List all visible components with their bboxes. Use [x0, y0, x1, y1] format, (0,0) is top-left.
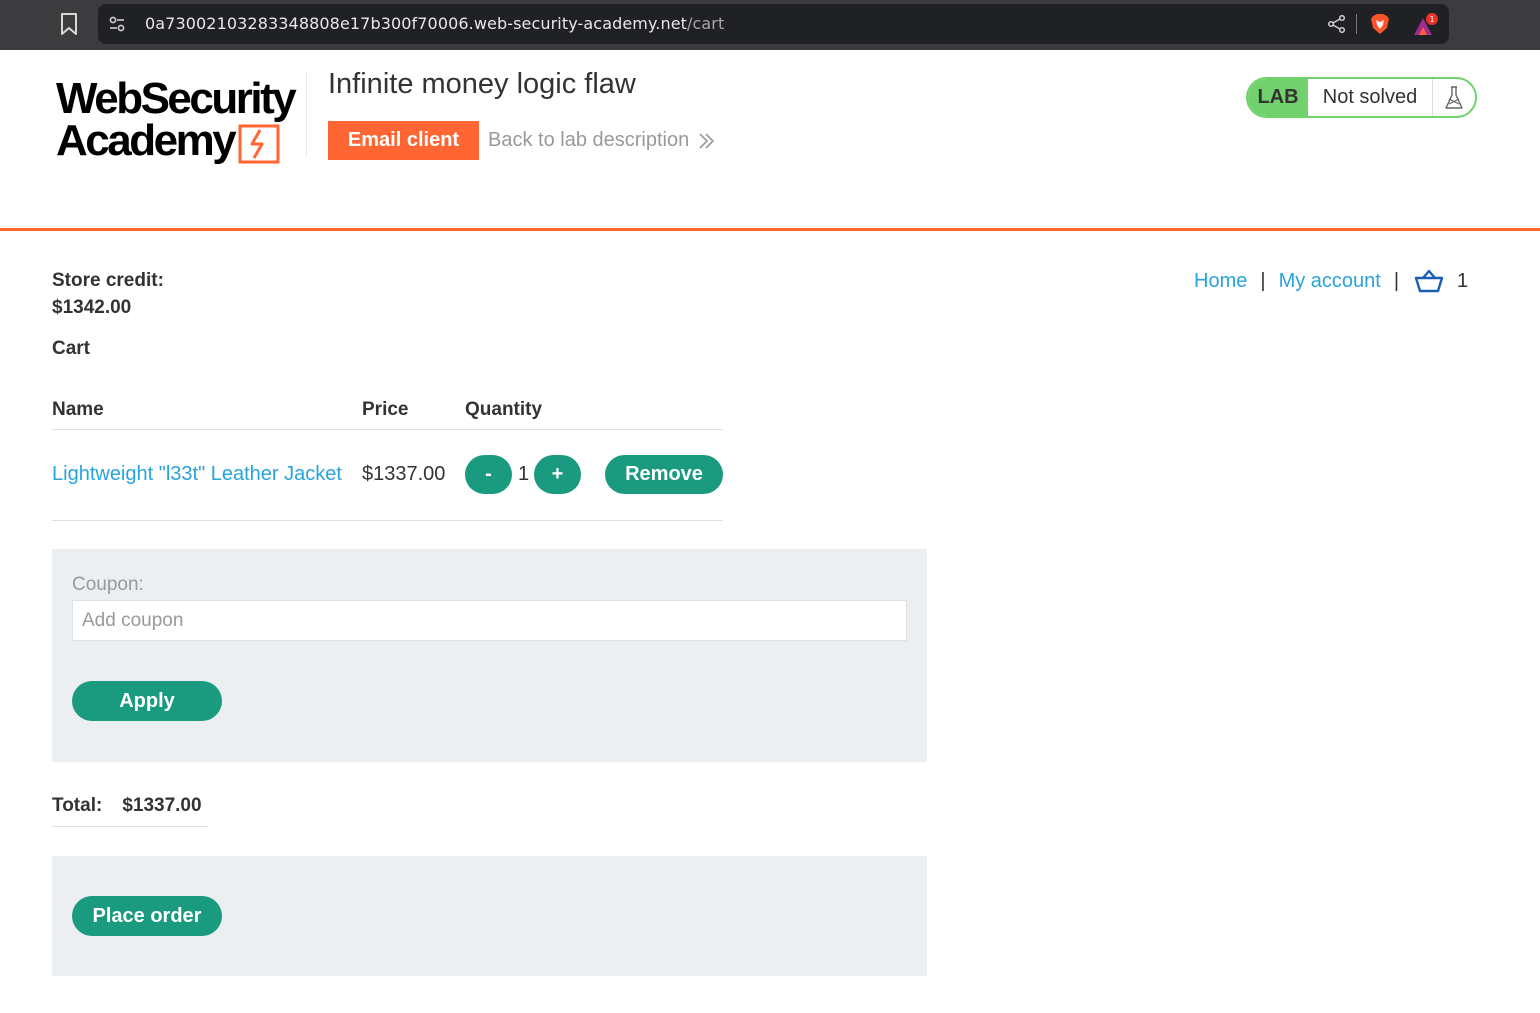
table-row-divider [52, 520, 723, 521]
browser-toolbar: 0a73002103283348808e17b300f70006.web-sec… [0, 0, 1540, 50]
lab-badge: LAB [1248, 79, 1308, 116]
logo-line2: Academy [56, 116, 237, 165]
share-icon[interactable] [1327, 15, 1346, 33]
url-host: 0a73002103283348808e17b300f70006.web-sec… [145, 14, 688, 33]
remove-item-button[interactable]: Remove [605, 455, 723, 494]
top-navigation: Home | My account | 1 [1194, 268, 1468, 294]
logo-lightning-mark-icon [238, 124, 280, 164]
product-name-link[interactable]: Lightweight "l33t" Leather Jacket [52, 463, 342, 486]
brave-rewards-icon[interactable]: 1 [1411, 11, 1439, 39]
column-header-price: Price [362, 399, 409, 420]
nav-separator: | [1260, 269, 1266, 292]
notification-badge: 1 [1429, 15, 1434, 24]
basket-icon[interactable] [1414, 268, 1444, 294]
back-link-label: Back to lab description [488, 129, 690, 151]
flask-icon [1445, 85, 1463, 109]
web-security-academy-logo[interactable]: WebSecurity Academy [52, 74, 307, 170]
double-chevron-right-icon [699, 132, 715, 149]
brave-shield-icon[interactable] [1370, 13, 1390, 35]
cart-heading: Cart [52, 338, 91, 359]
store-credit-label: Store credit: [52, 270, 164, 291]
table-header-divider [52, 429, 723, 430]
url-path: /cart [687, 14, 725, 33]
lab-status-text: Not solved [1322, 86, 1418, 108]
url-text[interactable]: 0a73002103283348808e17b300f70006.web-sec… [145, 14, 724, 33]
increase-quantity-button[interactable]: + [534, 455, 581, 494]
cart-count: 1 [1457, 269, 1469, 292]
back-to-lab-description-link[interactable]: Back to lab description [488, 129, 715, 152]
column-header-name: Name [52, 399, 104, 420]
total-divider [52, 826, 208, 827]
total-value: $1337.00 [122, 795, 202, 816]
product-price: $1337.00 [362, 463, 446, 485]
nav-separator: | [1393, 269, 1400, 292]
email-client-button[interactable]: Email client [328, 121, 479, 160]
tune-icon[interactable] [108, 15, 126, 33]
nav-home-link[interactable]: Home [1194, 270, 1247, 293]
header-rule [0, 228, 1540, 231]
toolbar-divider [1356, 14, 1357, 34]
decrease-quantity-button[interactable]: - [465, 455, 512, 494]
coupon-label: Coupon: [72, 574, 144, 595]
place-order-button[interactable]: Place order [72, 896, 222, 936]
place-order-panel: Place order [52, 856, 927, 976]
cart-total: Total: $1337.00 [52, 795, 202, 817]
store-credit-value: $1342.00 [52, 297, 132, 318]
coupon-panel: Coupon: Apply [52, 549, 927, 762]
coupon-input[interactable] [72, 600, 907, 641]
lab-icon-cell [1432, 79, 1475, 116]
header-divider [306, 72, 307, 156]
lab-status-widget: LAB Not solved [1246, 77, 1477, 118]
bookmark-icon[interactable] [58, 12, 80, 36]
lab-title: Infinite money logic flaw [328, 68, 636, 100]
quantity-value: 1 [518, 463, 530, 485]
column-header-quantity: Quantity [465, 399, 543, 420]
apply-coupon-button[interactable]: Apply [72, 681, 222, 721]
address-bar[interactable]: 0a73002103283348808e17b300f70006.web-sec… [98, 4, 1449, 44]
total-label: Total: [52, 795, 103, 816]
nav-my-account-link[interactable]: My account [1279, 270, 1381, 293]
